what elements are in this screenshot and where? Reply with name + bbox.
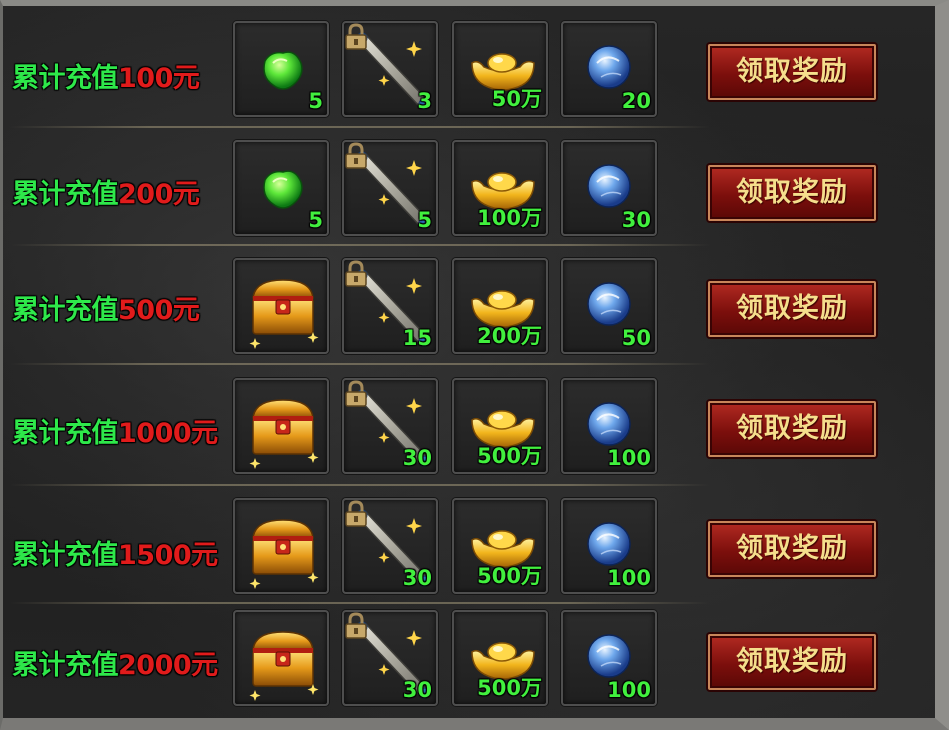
recharge-tier-label: 累计充值100元 [12,56,200,95]
reward-item-slot[interactable]: 100万 [452,140,548,236]
claim-reward-button[interactable]: 领取奖励 [708,281,876,337]
item-count: 100 [607,446,651,470]
reward-item-slot[interactable]: 200万 [452,258,548,354]
tier-label-prefix: 累计充值 [12,179,119,210]
row-divider [10,602,710,604]
item-count: 15 [402,326,432,350]
recharge-tier-label: 累计充值200元 [12,172,200,211]
item-count: 30 [402,566,432,590]
tier-amount: 2000元 [118,650,218,681]
tier-label-prefix: 累计充值 [12,63,119,94]
lock-icon [345,500,367,527]
lock-icon [345,612,367,639]
item-count: 30 [402,446,432,470]
lock-icon [345,260,367,287]
reward-item-slot[interactable]: 500万 [452,498,548,594]
item-count: 5 [308,89,323,113]
item-count: 20 [621,89,651,113]
claim-reward-button[interactable]: 领取奖励 [708,401,876,457]
tier-label-prefix: 累计充值 [12,295,119,326]
reward-item-slot[interactable]: 500万 [452,378,548,474]
item-count: 500万 [477,444,542,468]
row-divider [10,484,710,486]
tier-label-prefix: 累计充值 [12,418,119,449]
row-divider [10,244,710,246]
reward-item-slot[interactable] [233,378,329,474]
item-count: 5 [308,208,323,232]
reward-item-slot[interactable]: 30 [342,498,438,594]
tier-amount: 100元 [118,63,200,94]
reward-item-slot[interactable]: 30 [561,140,657,236]
tier-amount: 200元 [118,179,200,210]
reward-item-slot[interactable]: 20 [561,21,657,117]
claim-reward-button[interactable]: 领取奖励 [708,521,876,577]
tier-label-prefix: 累计充值 [12,540,119,571]
item-count: 100 [607,566,651,590]
tier-label-prefix: 累计充值 [12,650,119,681]
lock-icon [345,23,367,50]
reward-item-slot[interactable]: 50万 [452,21,548,117]
claim-reward-button[interactable]: 领取奖励 [708,165,876,221]
reward-item-slot[interactable]: 15 [342,258,438,354]
reward-item-slot[interactable]: 100 [561,378,657,474]
item-count: 3 [417,89,432,113]
tier-amount: 1000元 [118,418,218,449]
lock-icon [345,380,367,407]
reward-item-slot[interactable]: 50 [561,258,657,354]
claim-reward-button[interactable]: 领取奖励 [708,634,876,690]
reward-item-slot[interactable]: 3 [342,21,438,117]
item-count: 50万 [491,87,542,111]
reward-item-slot[interactable] [233,258,329,354]
item-count: 100 [607,678,651,702]
lock-icon [345,142,367,169]
reward-item-slot[interactable]: 30 [342,378,438,474]
reward-item-slot[interactable]: 5 [233,21,329,117]
tier-amount: 500元 [118,295,200,326]
item-count: 50 [621,326,651,350]
reward-item-slot[interactable] [233,610,329,706]
reward-item-slot[interactable]: 500万 [452,610,548,706]
reward-item-slot[interactable]: 5 [233,140,329,236]
item-count: 200万 [477,324,542,348]
tier-amount: 1500元 [118,540,218,571]
recharge-tier-label: 累计充值1000元 [12,411,218,450]
reward-item-slot[interactable]: 30 [342,610,438,706]
recharge-tier-label: 累计充值2000元 [12,643,218,682]
reward-item-slot[interactable]: 5 [342,140,438,236]
recharge-tier-label: 累计充值500元 [12,288,200,327]
item-count: 100万 [477,206,542,230]
item-count: 5 [417,208,432,232]
claim-reward-button[interactable]: 领取奖励 [708,44,876,100]
row-divider [10,126,710,128]
reward-item-slot[interactable]: 100 [561,498,657,594]
recharge-tier-label: 累计充值1500元 [12,533,218,572]
item-count: 500万 [477,564,542,588]
reward-item-slot[interactable]: 100 [561,610,657,706]
item-count: 30 [402,678,432,702]
item-count: 30 [621,208,651,232]
item-count: 500万 [477,676,542,700]
reward-item-slot[interactable] [233,498,329,594]
row-divider [10,363,710,365]
